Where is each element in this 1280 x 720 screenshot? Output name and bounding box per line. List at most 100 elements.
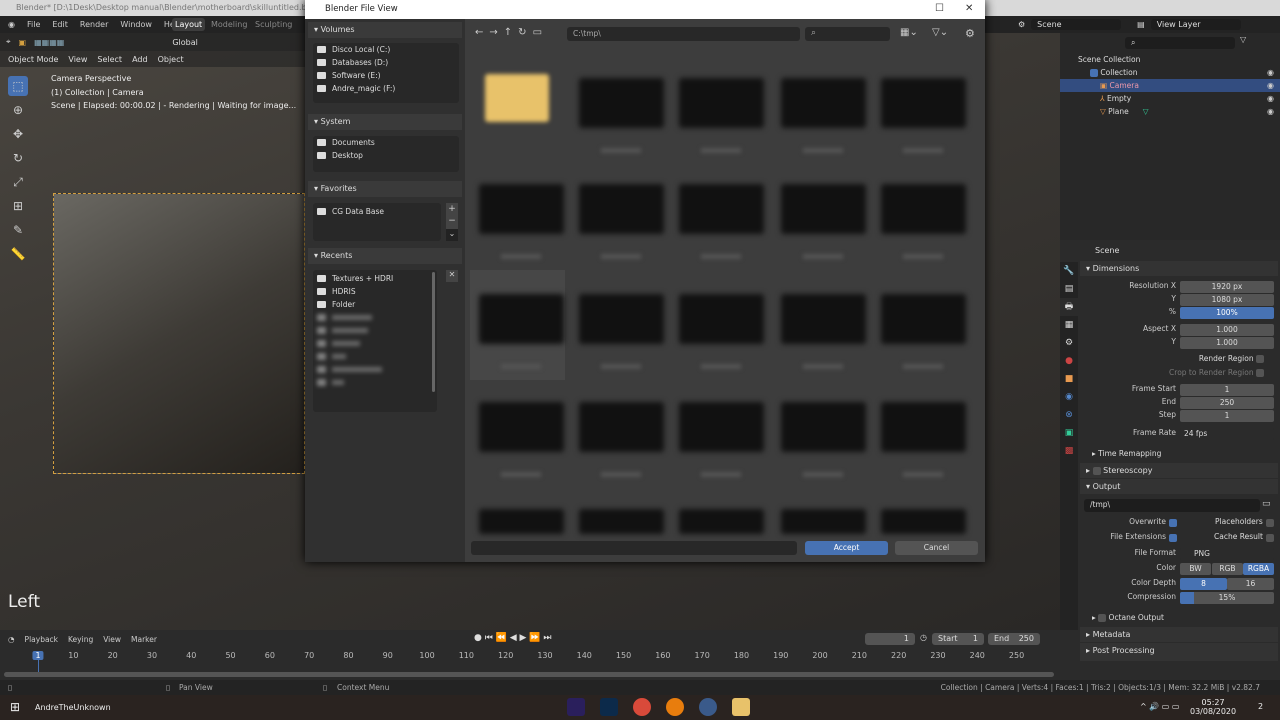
scene-tab-icon[interactable]: ⚙ <box>1060 334 1078 352</box>
aspect-x-field[interactable]: 1.000 <box>1180 324 1274 336</box>
file-format-dropdown[interactable]: PNG <box>1180 548 1274 560</box>
favorite-cg-data-base[interactable]: CG Data Base <box>313 205 441 218</box>
render-region-checkbox[interactable] <box>1256 355 1264 363</box>
file-thumbnail[interactable] <box>579 294 664 344</box>
favorites-header[interactable]: ▾ Favorites <box>308 181 462 197</box>
resolution-pct-field[interactable]: 100% <box>1180 307 1274 319</box>
directory-path-input[interactable]: C:\tmp\ <box>567 27 800 41</box>
orientation-dropdown[interactable]: Global <box>172 38 198 47</box>
crop-checkbox[interactable] <box>1256 369 1264 377</box>
filter-icon[interactable]: ▽⌄ <box>932 27 948 38</box>
world-tab-icon[interactable]: ● <box>1060 352 1078 370</box>
scene-selector[interactable]: Scene <box>1031 19 1122 30</box>
select-tool-icon[interactable]: ⬚ <box>8 76 28 96</box>
accept-button[interactable]: Accept <box>805 541 888 555</box>
post-processing-panel[interactable]: ▸ Post Processing <box>1080 643 1278 661</box>
physics-tab-icon[interactable]: ◉ <box>1060 388 1078 406</box>
data-tab-icon[interactable]: ▣ <box>1060 424 1078 442</box>
outliner-plane[interactable]: ▽ Plane ▽ ◉ <box>1060 105 1280 118</box>
menu-select[interactable]: Select <box>97 55 122 64</box>
output-tab-icon[interactable]: 🖶 <box>1060 298 1078 316</box>
recent-textures[interactable]: Textures + HDRI <box>313 272 437 285</box>
volume-f[interactable]: Andre_magic (F:) <box>313 82 459 95</box>
file-thumbnail[interactable] <box>679 402 764 452</box>
file-thumbnail[interactable] <box>479 184 564 234</box>
close-button[interactable]: ✕ <box>965 3 973 14</box>
file-thumbnail[interactable] <box>781 294 866 344</box>
file-thumbnail[interactable] <box>781 402 866 452</box>
photoshop-icon[interactable] <box>600 698 618 716</box>
cache-checkbox[interactable] <box>1266 534 1274 542</box>
clear-recents-button[interactable]: ✕ <box>446 270 458 282</box>
file-thumbnail[interactable] <box>881 509 966 534</box>
object-tab-icon[interactable]: ■ <box>1060 370 1078 388</box>
resolution-x-field[interactable]: 1920 px <box>1180 281 1274 293</box>
new-folder-icon[interactable]: ▭ <box>533 27 542 41</box>
clock-icon[interactable]: ◷ <box>920 633 927 642</box>
menu-playback[interactable]: Playback <box>25 635 58 644</box>
editor-type-icon[interactable]: ◔ <box>8 635 15 644</box>
current-frame-field[interactable]: 1 <box>865 633 915 645</box>
tab-layout[interactable]: Layout <box>172 18 206 31</box>
frame-rate-dropdown[interactable]: 24 fps <box>1180 428 1274 440</box>
filename-input[interactable] <box>471 541 797 555</box>
checkbox[interactable] <box>1090 68 1098 77</box>
octane-output[interactable]: ▸ Octane Output <box>1080 613 1276 625</box>
select-mode-icons[interactable]: ▦▦▦▦ <box>34 38 64 47</box>
file-thumbnail[interactable] <box>579 402 664 452</box>
eye-icon[interactable]: ◉ <box>1267 107 1274 116</box>
file-search-input[interactable]: ⌕ <box>805 27 890 41</box>
file-thumbnail[interactable] <box>479 509 564 534</box>
volume-d[interactable]: Databases (D:) <box>313 56 459 69</box>
recent-folder[interactable]: Folder <box>313 298 437 311</box>
outliner-empty[interactable]: ⅄ Empty ◉ <box>1060 92 1280 105</box>
display-mode-icon[interactable]: ▦⌄ <box>900 27 918 38</box>
settings-gear-icon[interactable]: ⚙ <box>965 27 975 40</box>
system-documents[interactable]: Documents <box>313 136 459 149</box>
output-panel[interactable]: ▾ Output <box>1080 479 1278 494</box>
file-thumbnail[interactable] <box>679 294 764 344</box>
view-layer-selector[interactable]: View Layer <box>1150 19 1241 30</box>
outliner-camera[interactable]: ▣ Camera ◉ <box>1060 79 1280 92</box>
start-frame-field[interactable]: Start 1 <box>932 633 984 645</box>
after-effects-icon[interactable] <box>567 698 585 716</box>
file-thumbnail[interactable] <box>479 402 564 452</box>
file-ext-checkbox[interactable] <box>1169 534 1177 542</box>
recent-hdris[interactable]: HDRIS <box>313 285 437 298</box>
frame-end-field[interactable]: 250 <box>1180 397 1274 409</box>
checkbox[interactable] <box>1098 614 1107 622</box>
chrome-icon[interactable] <box>633 698 651 716</box>
volumes-header[interactable]: ▾ Volumes <box>308 22 462 38</box>
color-rgba[interactable]: RGBA <box>1243 563 1274 575</box>
aspect-y-field[interactable]: 1.000 <box>1180 337 1274 349</box>
frame-start-field[interactable]: 1 <box>1180 384 1274 396</box>
outliner-search[interactable]: ⌕ <box>1125 37 1235 49</box>
frame-step-field[interactable]: 1 <box>1180 410 1274 422</box>
color-rgb[interactable]: RGB <box>1212 563 1243 575</box>
annotate-tool-icon[interactable]: ✎ <box>8 220 28 240</box>
playback-controls[interactable]: ● ⏮ ⏪ ◀ ▶ ⏩ ⏭ <box>474 633 551 643</box>
recents-header[interactable]: ▾ Recents <box>308 248 462 264</box>
checkbox[interactable] <box>1092 466 1101 475</box>
file-thumbnail[interactable] <box>679 78 764 128</box>
tab-sculpting[interactable]: Sculpting <box>252 18 295 31</box>
refresh-icon[interactable]: ↻ <box>518 27 526 41</box>
add-remove-favorite-buttons[interactable]: + − <box>446 203 458 229</box>
transform-tool-icon[interactable]: ⊞ <box>8 196 28 216</box>
stereoscopy-panel[interactable]: ▸ Stereoscopy <box>1080 463 1278 478</box>
render-tab-icon[interactable]: ▤ <box>1060 280 1078 298</box>
move-tool-icon[interactable]: ✥ <box>8 124 28 144</box>
measure-tool-icon[interactable]: 📏 <box>8 244 28 264</box>
file-thumbnail[interactable] <box>881 402 966 452</box>
outliner-scene-collection[interactable]: Scene Collection <box>1060 53 1280 66</box>
constraints-tab-icon[interactable]: ⊗ <box>1060 406 1078 424</box>
forward-icon[interactable]: → <box>489 27 497 41</box>
eye-icon[interactable]: ◉ <box>1267 81 1274 90</box>
outliner-collection[interactable]: Collection ◉ <box>1060 66 1280 79</box>
chevron-down-icon[interactable]: ⌄ <box>446 229 458 241</box>
tray-icons[interactable]: ^ 🔊 ▭ ▭ <box>1140 702 1179 711</box>
file-thumbnail[interactable] <box>781 184 866 234</box>
time-remapping[interactable]: ▸ Time Remapping <box>1080 449 1276 461</box>
volume-c[interactable]: Disco Local (C:) <box>313 43 459 56</box>
end-frame-field[interactable]: End 250 <box>988 633 1040 645</box>
